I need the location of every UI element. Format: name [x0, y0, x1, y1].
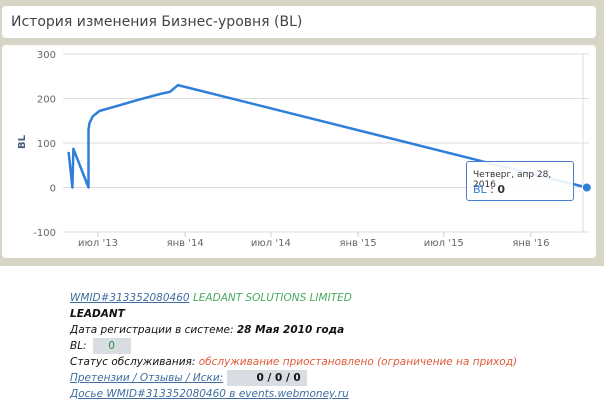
account-name: LEADANT: [70, 308, 125, 320]
y-tick-label: 0: [50, 184, 56, 195]
x-tick-label: июл '15: [424, 238, 464, 249]
y-tick-label: 200: [37, 95, 56, 106]
chart-tooltip: Четверг, апр 28, 2016 BL : 0: [466, 161, 574, 201]
tooltip-label: BL: [473, 183, 487, 196]
y-tick-label: 100: [37, 139, 56, 150]
status-value: обслуживание приостановлено (ограничение…: [198, 356, 518, 368]
x-tick-label: янв '14: [167, 238, 204, 249]
x-tick-label: июл '14: [251, 238, 291, 249]
bl-chart: 300 200 100 0 -100 BL июл '13 янв '14 июл '14 янв…: [17, 50, 592, 249]
bl-label: BL:: [70, 340, 87, 352]
x-tick-label: янв '16: [512, 238, 549, 249]
tooltip-value: 0: [497, 183, 506, 196]
claims-link[interactable]: Претензии / Отзывы / Иски:: [70, 372, 223, 384]
status-label: Статус обслуживания:: [70, 356, 196, 368]
reg-label: Дата регистрации в системе:: [70, 324, 234, 336]
dossier-link[interactable]: Досье WMID#313352080460 в events.webmone…: [70, 388, 349, 400]
claims-value: 0 / 0 / 0: [226, 370, 307, 386]
reg-date: 28 Мая 2010 года: [236, 324, 345, 336]
bl-value: 0: [92, 338, 131, 354]
wmid-link[interactable]: WMID#313352080460: [70, 292, 190, 304]
y-tick-label: 300: [37, 50, 56, 61]
x-tick-label: янв '15: [339, 238, 376, 249]
company-name: LEADANT SOLUTIONS LIMITED: [192, 292, 352, 304]
hovered-data-point: [581, 182, 592, 193]
x-tick-label: июл '13: [78, 238, 118, 249]
wmid-info: WMID#313352080460 LEADANT SOLUTIONS LIMI…: [70, 290, 517, 402]
y-tick-label: -100: [33, 228, 56, 239]
y-axis-label: BL: [17, 134, 28, 149]
